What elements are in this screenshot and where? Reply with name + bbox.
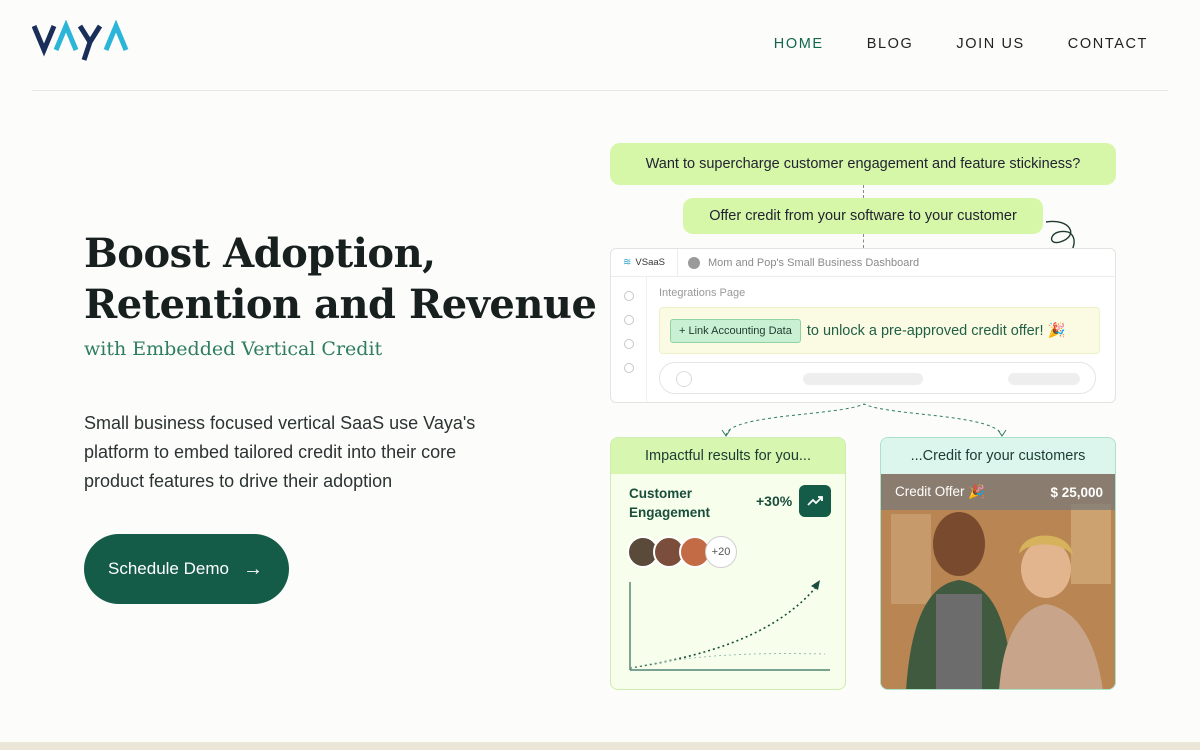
nav-contact[interactable]: CONTACT xyxy=(1068,36,1148,52)
connector-line xyxy=(863,234,864,248)
credit-offer-amount: $ 25,000 xyxy=(1050,484,1103,500)
main-nav: HOME BLOG JOIN US CONTACT xyxy=(774,36,1148,52)
header-divider xyxy=(32,90,1168,91)
vaya-logo[interactable] xyxy=(32,20,134,64)
schedule-demo-label: Schedule Demo xyxy=(108,559,229,578)
nav-join-us[interactable]: JOIN US xyxy=(956,36,1024,52)
customer-avatars: +20 xyxy=(627,536,737,568)
connector-line xyxy=(863,185,864,198)
home-icon xyxy=(623,291,634,301)
metric-label-line-1: Customer xyxy=(629,486,693,501)
link-accounting-data-button: + Link Accounting Data xyxy=(670,318,801,343)
dashboard-topbar: ≋ VSaaS Mom and Pop's Small Business Das… xyxy=(611,249,1115,277)
credit-offer-bar: Credit Offer 🎉 $ 25,000 xyxy=(881,474,1115,510)
credit-card-header: ...Credit for your customers xyxy=(881,438,1115,474)
settings-icon xyxy=(623,315,634,325)
vsaas-brand: ≋ VSaaS xyxy=(611,249,678,276)
results-card-header: Impactful results for you... xyxy=(611,438,845,474)
hero-title-line-2: Retention and Revenue xyxy=(84,281,597,328)
vsaas-name: VSaaS xyxy=(635,257,665,268)
avatar xyxy=(687,256,700,269)
placeholder-circle xyxy=(676,371,692,387)
placeholder-bar xyxy=(803,373,923,385)
customer-credit-card: ...Credit for your customers Credit Offe… xyxy=(880,437,1116,690)
metric-value: +30% xyxy=(756,493,793,509)
integrations-page-label: Integrations Page xyxy=(659,287,746,299)
nav-blog[interactable]: BLOG xyxy=(867,36,914,52)
offer-text: to unlock a pre-approved credit offer! 🎉 xyxy=(806,323,1066,339)
question-bubble: Want to supercharge customer engagement … xyxy=(610,143,1116,185)
dashboard-title-text: Mom and Pop's Small Business Dashboard xyxy=(707,256,920,269)
placeholder-bar xyxy=(1008,373,1080,385)
dashboard-sidebar xyxy=(611,277,647,402)
next-section-edge xyxy=(0,742,1200,750)
site-header: HOME BLOG JOIN US CONTACT xyxy=(0,0,1200,91)
trending-up-icon xyxy=(799,485,831,517)
hero-title-line-1: Boost Adoption, xyxy=(84,230,436,277)
hero-subtitle: with Embedded Vertical Credit xyxy=(84,338,383,360)
split-connector-arrows xyxy=(721,403,1007,437)
calendar-icon xyxy=(623,339,634,349)
nav-home[interactable]: HOME xyxy=(774,36,824,52)
answer-bubble: Offer credit from your software to your … xyxy=(683,198,1043,234)
more-customers-badge: +20 xyxy=(705,536,737,568)
vsaas-logo-icon: ≋ xyxy=(623,257,632,268)
metric-label: Customer Engagement xyxy=(629,484,710,522)
results-card: Impactful results for you... Customer En… xyxy=(610,437,846,690)
hero-title: Boost Adoption, Retention and Revenue xyxy=(84,228,597,330)
placeholder-search-bar xyxy=(659,362,1096,394)
credit-offer-label: Credit Offer 🎉 xyxy=(895,484,986,499)
saas-dashboard-mockup: ≋ VSaaS Mom and Pop's Small Business Das… xyxy=(610,248,1116,403)
credit-offer-banner: + Link Accounting Data to unlock a pre-a… xyxy=(659,307,1100,354)
arrow-right-icon: → xyxy=(242,557,263,580)
hero-description: Small business focused vertical SaaS use… xyxy=(84,413,476,491)
growth-chart xyxy=(629,580,830,671)
dashboard-title: Mom and Pop's Small Business Dashboard xyxy=(678,256,920,269)
profile-icon xyxy=(623,363,634,373)
schedule-demo-button[interactable]: Schedule Demo → xyxy=(84,534,289,604)
metric-label-line-2: Engagement xyxy=(629,505,711,520)
